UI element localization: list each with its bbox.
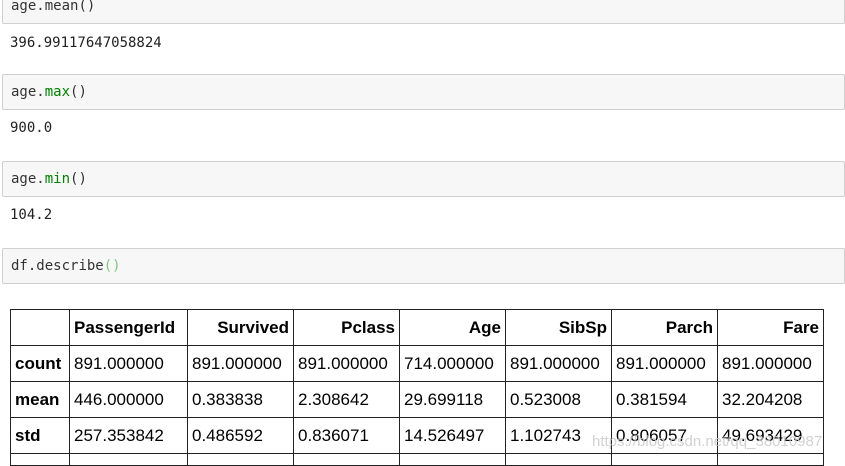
- table-cell: 29.699118: [399, 381, 506, 418]
- table-cell: 0.836071: [293, 417, 400, 454]
- table-cell: [717, 453, 824, 466]
- table-header-row: PassengerId Survived Pclass Age SibSp Pa…: [10, 309, 824, 346]
- table-cell: 891.000000: [611, 345, 718, 382]
- table-cell: 891.000000: [717, 345, 824, 382]
- table-cell: [399, 453, 506, 466]
- column-header: Fare: [717, 309, 824, 346]
- row-label: std: [10, 417, 70, 454]
- table-cell: 891.000000: [293, 345, 400, 382]
- code-text: age.max(): [11, 84, 87, 100]
- row-label: count: [10, 345, 70, 382]
- table-cell: 891.000000: [187, 345, 294, 382]
- output-max: 900.0: [10, 120, 53, 136]
- table-cell: 714.000000: [399, 345, 506, 382]
- output-min: 104.2: [10, 207, 53, 223]
- table-cell: [505, 453, 612, 466]
- watermark-text: https://blog.csdn.net/qq_38010987: [592, 433, 823, 450]
- code-cell-describe[interactable]: df.describe(): [2, 248, 845, 284]
- table-cell: [69, 453, 188, 466]
- table-cell: 0.523008: [505, 381, 612, 418]
- column-header: Age: [399, 309, 506, 346]
- row-label: [10, 453, 70, 466]
- table-row: mean 446.000000 0.383838 2.308642 29.699…: [10, 381, 824, 418]
- table-cell: 32.204208: [717, 381, 824, 418]
- table-cell: 446.000000: [69, 381, 188, 418]
- column-header-index: [10, 309, 70, 346]
- table-cell: 257.353842: [69, 417, 188, 454]
- table-cell: 14.526497: [399, 417, 506, 454]
- table-cell: 891.000000: [69, 345, 188, 382]
- output-mean: 396.99117647058824: [10, 35, 162, 51]
- table-cell: [293, 453, 400, 466]
- row-label: mean: [10, 381, 70, 418]
- table-cell: 2.308642: [293, 381, 400, 418]
- code-text: age.mean(): [11, 0, 96, 14]
- column-header: PassengerId: [69, 309, 188, 346]
- table-cell: [187, 453, 294, 466]
- table-cell: 0.381594: [611, 381, 718, 418]
- code-cell-min[interactable]: age.min(): [2, 161, 845, 197]
- code-text: age.min(): [11, 171, 87, 187]
- table-cell: [611, 453, 718, 466]
- column-header: Survived: [187, 309, 294, 346]
- column-header: Parch: [611, 309, 718, 346]
- table-cell: 0.486592: [187, 417, 294, 454]
- code-text: df.describe(): [11, 258, 121, 274]
- column-header: Pclass: [293, 309, 400, 346]
- code-cell-max[interactable]: age.max(): [2, 74, 845, 110]
- table-cell: 0.383838: [187, 381, 294, 418]
- table-row: count 891.000000 891.000000 891.000000 7…: [10, 345, 824, 382]
- table-row: [10, 453, 824, 466]
- table-cell: 891.000000: [505, 345, 612, 382]
- code-cell-mean[interactable]: age.mean(): [2, 0, 845, 24]
- column-header: SibSp: [505, 309, 612, 346]
